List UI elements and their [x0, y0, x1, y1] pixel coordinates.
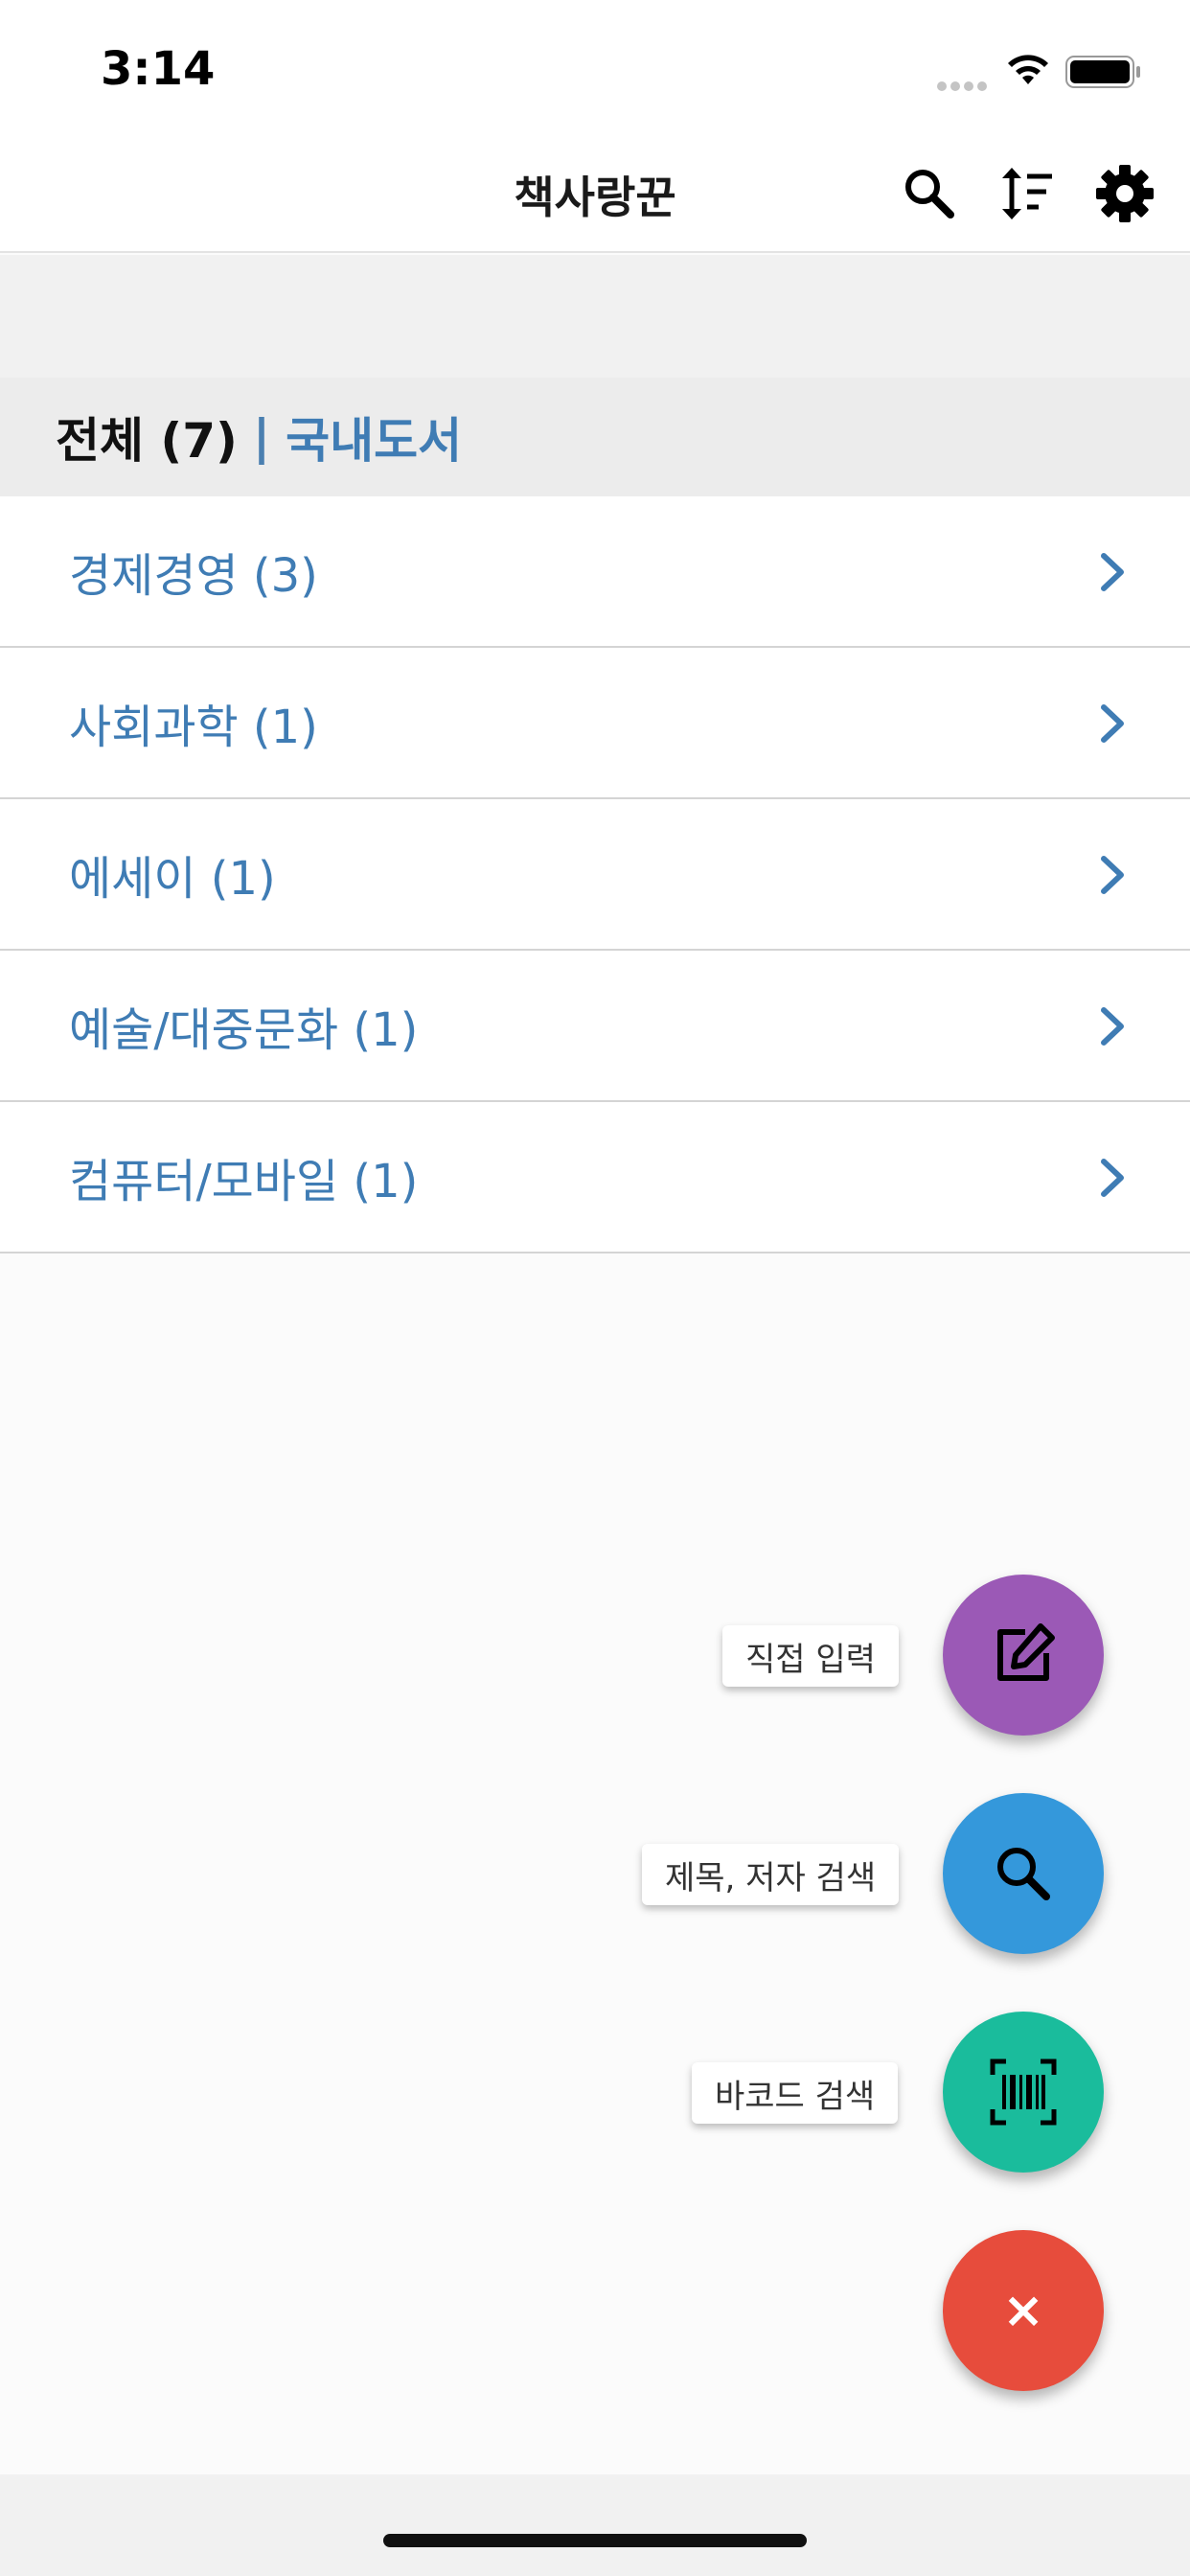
category-label: 컴퓨터/모바일 (1) [69, 1155, 419, 1208]
chevron-right-icon [1101, 553, 1124, 591]
category-label: 사회과학 (1) [69, 701, 318, 754]
chevron-right-icon [1101, 704, 1124, 743]
search-icon [997, 1848, 1050, 1900]
title-author-search-button[interactable] [943, 1793, 1104, 1954]
category-label: 에세이 (1) [69, 852, 276, 906]
manual-entry-label[interactable]: 직접 입력 [722, 1625, 899, 1687]
search-button[interactable] [891, 155, 968, 232]
total-count-label[interactable]: 전체 (7) [56, 402, 238, 472]
chevron-right-icon [1101, 1159, 1124, 1197]
spacer-band [0, 255, 1190, 378]
barcode-search-button[interactable] [943, 2012, 1104, 2173]
status-bar: 3:14 [0, 0, 1190, 134]
navigation-bar: 책사랑꾼 [0, 134, 1190, 253]
home-indicator [383, 2534, 807, 2547]
close-icon: × [1002, 2282, 1044, 2339]
bottom-safe-area [0, 2474, 1190, 2576]
manual-entry-button[interactable] [943, 1575, 1104, 1736]
cellular-signal-icon [937, 77, 993, 91]
status-time: 3:14 [101, 42, 216, 96]
category-label: 경제경영 (3) [69, 549, 318, 603]
settings-button[interactable] [1087, 155, 1163, 232]
category-label: 예술/대중문화 (1) [69, 1003, 419, 1057]
category-item-computer-mobile[interactable]: 컴퓨터/모바일 (1) [0, 1102, 1190, 1254]
category-item-economy[interactable]: 경제경영 (3) [0, 496, 1190, 648]
wifi-icon [1008, 55, 1048, 84]
close-fab-button[interactable]: × [943, 2230, 1104, 2391]
gear-icon [1096, 165, 1154, 222]
section-separator: | [252, 409, 271, 465]
app-screen: 3:14 책사랑꾼 전체 (7) | 국내도서 경제경영 (3) 사회과학 (1… [0, 0, 1190, 2576]
category-list: 경제경영 (3) 사회과학 (1) 에세이 (1) 예술/대중문화 (1) 컴퓨… [0, 496, 1190, 1254]
sort-button[interactable] [989, 155, 1065, 232]
sort-icon [1002, 168, 1052, 219]
search-icon [905, 170, 954, 218]
category-item-social-science[interactable]: 사회과학 (1) [0, 648, 1190, 799]
barcode-search-label[interactable]: 바코드 검색 [692, 2062, 899, 2124]
section-header: 전체 (7) | 국내도서 [0, 378, 1190, 496]
domestic-books-tab[interactable]: 국내도서 [286, 402, 462, 472]
title-author-search-label[interactable]: 제목, 저자 검색 [642, 1844, 900, 1905]
barcode-scan-icon [990, 2058, 1057, 2126]
battery-icon [1065, 56, 1140, 88]
category-item-essay[interactable]: 에세이 (1) [0, 799, 1190, 951]
edit-icon [997, 1623, 1055, 1681]
category-item-arts-culture[interactable]: 예술/대중문화 (1) [0, 951, 1190, 1102]
chevron-right-icon [1101, 856, 1124, 894]
chevron-right-icon [1101, 1007, 1124, 1046]
